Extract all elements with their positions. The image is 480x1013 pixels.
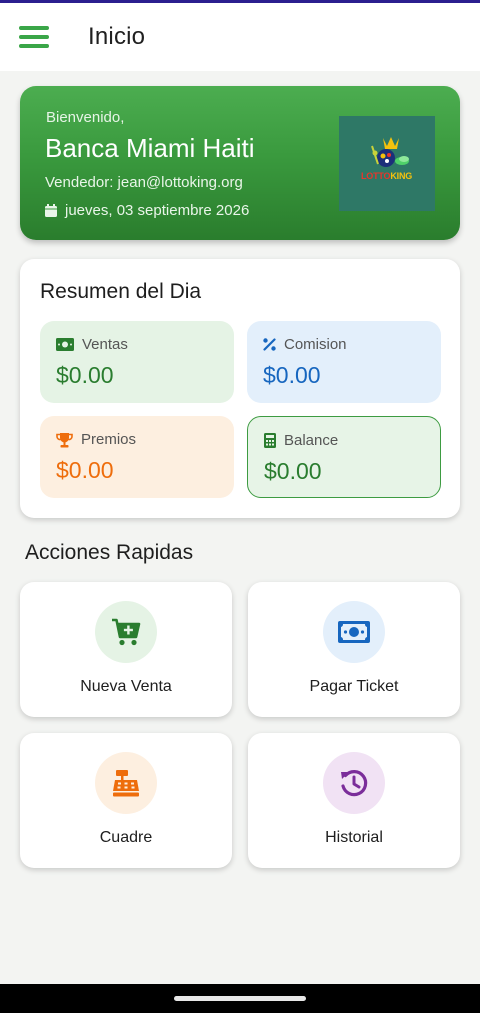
home-gesture-handle[interactable] [174,996,306,1001]
cuadre-label: Cuadre [99,829,153,846]
cuadre-icon-circle [95,752,157,814]
stat-comision: Comision $0.00 [247,321,441,403]
percent-icon [263,338,276,351]
lottoking-logo: LOTTOKING [339,116,435,211]
nueva-venta-label: Nueva Venta [80,678,172,695]
summary-title: Resumen del Dia [40,280,202,303]
historial-label: Historial [325,829,383,846]
stat-balance-value: $0.00 [264,458,322,484]
stat-balance: Balance $0.00 [247,416,441,498]
historial-icon-circle [323,752,385,814]
historial-button[interactable]: Historial [248,733,460,868]
stat-comision-value: $0.00 [263,362,321,388]
stat-premios-value: $0.00 [56,457,114,483]
money-bill-icon [338,621,370,643]
calendar-icon [45,204,57,217]
vendor-email: Vendedor: jean@lottoking.org [45,174,243,191]
cart-plus-icon [112,618,141,646]
daily-summary-card: Resumen del Dia Ventas $0.00 Comision $0… [20,259,460,518]
cash-register-icon [113,770,139,797]
system-nav-bar [0,984,480,1013]
logo-text: LOTTOKING [361,171,413,181]
nueva-venta-icon-circle [95,601,157,663]
stat-ventas-value: $0.00 [56,362,114,388]
bank-name: Banca Miami Haiti [45,133,255,163]
cuadre-button[interactable]: Cuadre [20,733,232,868]
history-icon [341,770,368,797]
date-text: jueves, 03 septiembre 2026 [65,202,250,219]
pagar-ticket-label: Pagar Ticket [309,678,399,695]
quick-actions-title: Acciones Rapidas [25,541,194,564]
pagar-ticket-icon-circle [323,601,385,663]
stat-ventas-label: Ventas [56,336,128,353]
app-bar: Inicio [0,3,480,71]
menu-icon[interactable] [19,26,49,48]
current-date: jueves, 03 septiembre 2026 [45,202,249,219]
stat-comision-label: Comision [263,336,347,353]
welcome-card: Bienvenido, Banca Miami Haiti Vendedor: … [20,86,460,240]
stat-balance-label: Balance [264,432,338,449]
logo-graphic [371,137,409,167]
stat-ventas: Ventas $0.00 [40,321,234,403]
calculator-icon [264,433,276,448]
stat-premios: Premios $0.00 [40,416,234,498]
money-bill-icon [56,338,74,351]
welcome-greeting: Bienvenido, [46,109,125,126]
page-title: Inicio [88,23,146,50]
pagar-ticket-button[interactable]: Pagar Ticket [248,582,460,717]
trophy-icon [56,432,73,447]
stat-premios-label: Premios [56,431,136,448]
nueva-venta-button[interactable]: Nueva Venta [20,582,232,717]
